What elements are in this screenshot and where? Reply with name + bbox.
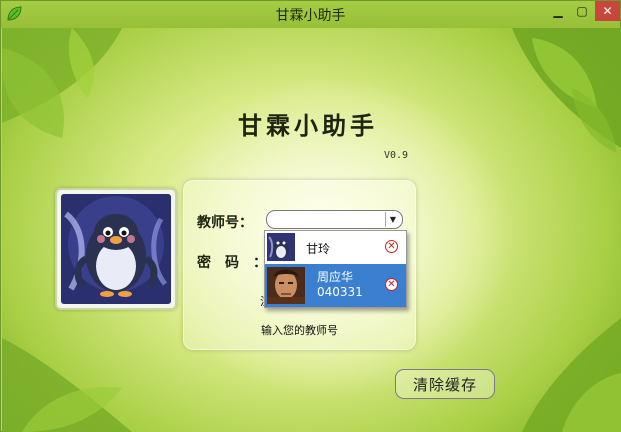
minimize-button[interactable]: ▁ (547, 1, 569, 21)
leaf-decoration-top-right (512, 28, 621, 153)
penguin-thumbnail-icon (267, 233, 295, 261)
teacher-dropdown-list: 甘玲 ✕ 周应华 040331 ✕ (264, 230, 407, 308)
leaf-decoration-bottom-right (522, 318, 621, 432)
dropdown-item[interactable]: 甘玲 ✕ (265, 231, 406, 264)
penguin-avatar-icon (61, 194, 171, 304)
clear-cache-button[interactable]: 清除缓存 (395, 369, 495, 399)
leaf-decoration-top-left (2, 28, 122, 138)
delete-entry-icon[interactable]: ✕ (385, 240, 398, 253)
avatar (55, 188, 177, 310)
warrior-thumbnail-icon (267, 267, 305, 304)
dropdown-arrow-icon[interactable]: ▼ (385, 212, 400, 227)
teacher-id-hint: 输入您的教师号 (261, 324, 338, 337)
dropdown-item-selected[interactable]: 周应华 040331 ✕ (265, 264, 406, 307)
teacher-id-label: 教师号： (197, 215, 253, 231)
app-title: 甘霖小助手 (238, 111, 378, 140)
leaf-decoration-bottom-left (2, 338, 132, 432)
dropdown-item-name: 周应华 (317, 270, 354, 284)
version-label: V0.9 (384, 150, 409, 161)
title-bar[interactable]: 甘霖小助手 ▁ ▢ ✕ (1, 1, 620, 28)
app-window: 甘霖小助手 ▁ ▢ ✕ 甘霖小助手 V0.9 教师号： ▼ 密码： 输入您的教师… (0, 0, 621, 432)
dropdown-item-id: 040331 (317, 285, 363, 299)
teacher-id-combobox[interactable]: ▼ (266, 210, 403, 229)
dropdown-item-name: 甘玲 (306, 242, 331, 256)
maximize-button[interactable]: ▢ (571, 1, 593, 21)
window-title: 甘霖小助手 (275, 8, 346, 24)
close-button[interactable]: ✕ (595, 1, 620, 21)
delete-entry-icon[interactable]: ✕ (385, 278, 398, 291)
